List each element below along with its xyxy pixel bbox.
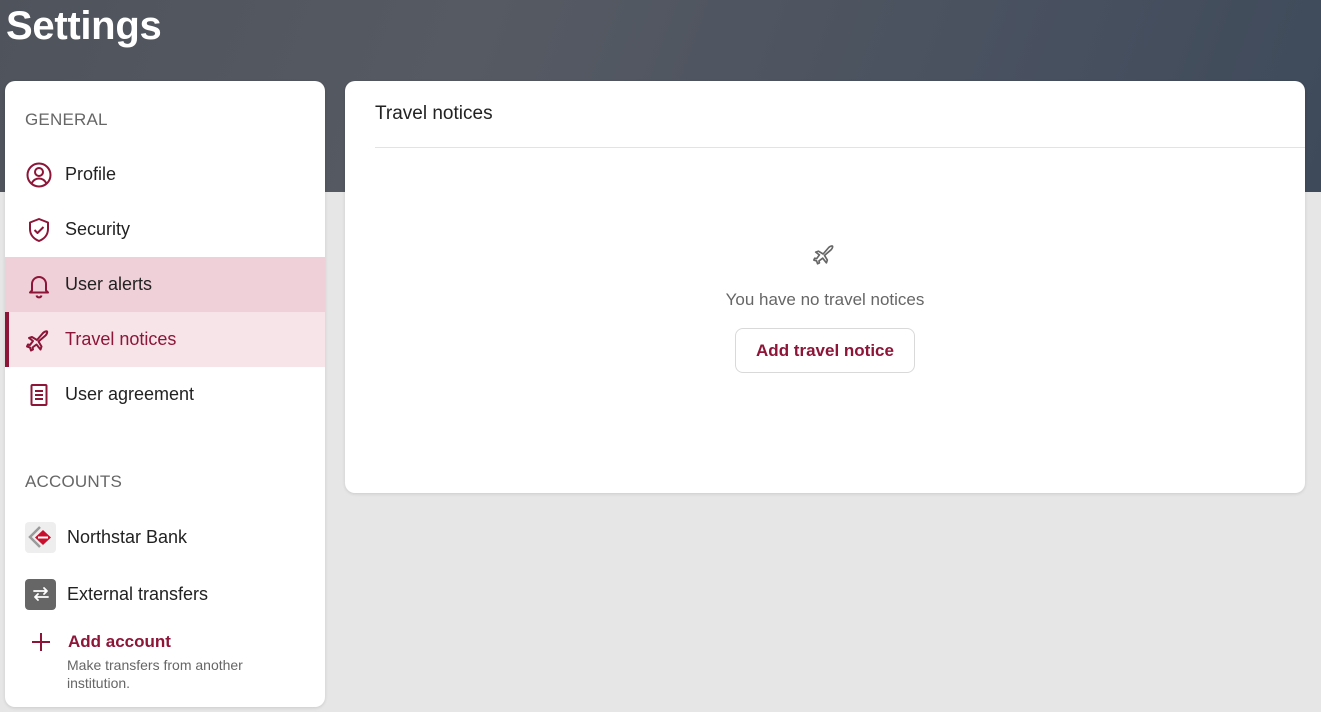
account-item-external-transfers[interactable]: External transfers — [5, 574, 325, 614]
empty-state-message: You have no travel notices — [725, 290, 925, 309]
settings-sidebar: GENERAL Profile Security User alerts Tra… — [5, 81, 325, 707]
panel-title: Travel notices — [375, 103, 493, 124]
account-label: External transfers — [67, 583, 209, 604]
sidebar-item-label: User alerts — [65, 274, 153, 294]
plus-icon — [25, 626, 56, 657]
panel-divider — [375, 147, 1305, 148]
bell-icon — [25, 271, 53, 299]
shield-check-icon — [25, 216, 53, 244]
account-item-northstar-bank[interactable]: Northstar Bank — [5, 517, 325, 557]
sidebar-item-label: User agreement — [65, 384, 195, 404]
add-account-button[interactable]: Add account — [25, 626, 171, 657]
add-account-description: Make transfers from another institution. — [67, 657, 243, 691]
add-account-label: Add account — [68, 631, 171, 651]
sidebar-item-security[interactable]: Security — [5, 202, 325, 257]
section-label-general: GENERAL — [25, 110, 108, 129]
sidebar-item-user-alerts[interactable]: User alerts — [5, 257, 325, 312]
travel-notices-panel: Travel notices You have no travel notice… — [345, 81, 1305, 493]
sidebar-item-travel-notices[interactable]: Travel notices — [5, 312, 325, 367]
transfer-arrows-icon — [25, 578, 56, 610]
sidebar-item-label: Profile — [65, 164, 117, 184]
airplane-icon — [810, 239, 840, 269]
airplane-icon — [25, 326, 53, 354]
sidebar-item-label: Security — [65, 219, 131, 239]
page-title: Settings — [6, 4, 162, 48]
section-label-accounts: ACCOUNTS — [25, 472, 122, 491]
sidebar-item-label: Travel notices — [65, 329, 177, 349]
sidebar-item-user-agreement[interactable]: User agreement — [5, 367, 325, 422]
document-icon — [25, 381, 53, 409]
bank-logo — [25, 521, 56, 553]
account-label: Northstar Bank — [67, 526, 188, 547]
add-travel-notice-button[interactable]: Add travel notice — [735, 328, 915, 373]
person-circle-icon — [25, 161, 53, 189]
sidebar-item-profile[interactable]: Profile — [5, 147, 325, 202]
